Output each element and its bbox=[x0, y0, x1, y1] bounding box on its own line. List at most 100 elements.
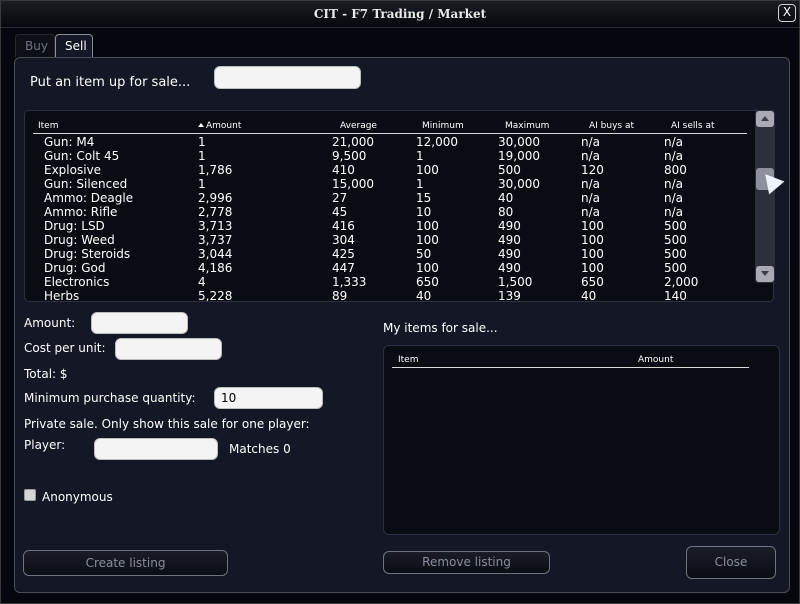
cell-amount: 1 bbox=[198, 177, 206, 191]
cell-ai-sells: n/a bbox=[664, 177, 684, 191]
cell-amount: 3,737 bbox=[198, 233, 233, 247]
amount-label: Amount: bbox=[24, 316, 76, 330]
cell-ai-buys: n/a bbox=[581, 205, 601, 219]
table-row[interactable]: Drug: LSD 3,713 416 100 490 100 500 bbox=[25, 219, 755, 233]
table-row[interactable]: Gun: Colt 45 1 9,500 1 19,000 n/a n/a bbox=[25, 149, 755, 163]
table-row[interactable]: Ammo: Deagle 2,996 27 15 40 n/a n/a bbox=[25, 191, 755, 205]
cost-per-unit-input[interactable] bbox=[115, 338, 222, 360]
cell-average: 45 bbox=[332, 205, 348, 219]
cell-ai-sells: n/a bbox=[664, 135, 684, 149]
cell-amount: 4 bbox=[198, 275, 206, 289]
table-row[interactable]: Ammo: Rifle 2,778 45 10 80 n/a n/a bbox=[25, 205, 755, 219]
cell-maximum: 490 bbox=[498, 233, 521, 247]
cell-amount: 1 bbox=[198, 149, 206, 163]
cell-ai-sells: n/a bbox=[664, 205, 684, 219]
amount-input[interactable] bbox=[91, 312, 188, 334]
cell-amount: 2,996 bbox=[198, 191, 233, 205]
cell-ai-buys: 100 bbox=[581, 219, 604, 233]
cell-ai-buys: 100 bbox=[581, 261, 604, 275]
column-header-amount[interactable]: Amount bbox=[198, 121, 241, 131]
scroll-down-arrow-icon[interactable] bbox=[756, 266, 774, 282]
title-bar[interactable]: CIT - F7 Trading / Market X bbox=[1, 1, 799, 28]
market-scrollbar[interactable] bbox=[755, 110, 775, 283]
table-row[interactable]: Herbs 5,228 89 40 139 40 140 bbox=[25, 289, 755, 302]
cell-maximum: 490 bbox=[498, 219, 521, 233]
tab-buy[interactable]: Buy bbox=[15, 34, 55, 57]
cell-ai-sells: 500 bbox=[664, 261, 687, 275]
cell-average: 447 bbox=[332, 261, 355, 275]
table-row[interactable]: Gun: Silenced 1 15,000 1 30,000 n/a n/a bbox=[25, 177, 755, 191]
table-row[interactable]: Drug: Steroids 3,044 425 50 490 100 500 bbox=[25, 247, 755, 261]
market-table: Item Amount Average Minimum Maximum AI b… bbox=[24, 110, 774, 302]
cell-minimum: 100 bbox=[416, 163, 439, 177]
private-sale-label: Private sale. Only show this sale for on… bbox=[24, 417, 310, 431]
column-header-amount-label: Amount bbox=[206, 121, 242, 131]
table-row[interactable]: Explosive 1,786 410 100 500 120 800 bbox=[25, 163, 755, 177]
cell-minimum: 1 bbox=[416, 177, 424, 191]
cell-average: 21,000 bbox=[332, 135, 374, 149]
tab-sell[interactable]: Sell bbox=[55, 34, 93, 57]
my-items-column-amount[interactable]: Amount bbox=[638, 355, 673, 365]
close-window-button[interactable]: X bbox=[778, 4, 796, 22]
cell-ai-buys: n/a bbox=[581, 177, 601, 191]
cell-amount: 4,186 bbox=[198, 261, 233, 275]
item-search-input[interactable] bbox=[214, 66, 361, 89]
cell-ai-sells: 800 bbox=[664, 163, 687, 177]
table-row[interactable]: Drug: God 4,186 447 100 490 100 500 bbox=[25, 261, 755, 275]
cell-ai-sells: 500 bbox=[664, 219, 687, 233]
remove-listing-button[interactable]: Remove listing bbox=[383, 551, 550, 574]
table-row[interactable]: Electronics 4 1,333 650 1,500 650 2,000 bbox=[25, 275, 755, 289]
column-header-average[interactable]: Average bbox=[340, 121, 377, 131]
cell-ai-buys: 120 bbox=[581, 163, 604, 177]
cell-item: Gun: Silenced bbox=[44, 177, 128, 191]
cell-maximum: 139 bbox=[498, 289, 521, 302]
my-items-column-item[interactable]: Item bbox=[398, 355, 419, 365]
matches-count: Matches 0 bbox=[229, 442, 291, 456]
cell-item: Drug: God bbox=[44, 261, 106, 275]
cell-item: Explosive bbox=[44, 163, 102, 177]
cell-item: Ammo: Rifle bbox=[44, 205, 118, 219]
cell-average: 27 bbox=[332, 191, 348, 205]
trading-market-window: CIT - F7 Trading / Market X Buy Sell Put… bbox=[0, 0, 800, 604]
cell-minimum: 100 bbox=[416, 233, 439, 247]
cell-minimum: 12,000 bbox=[416, 135, 458, 149]
table-row[interactable]: Gun: M4 1 21,000 12,000 30,000 n/a n/a bbox=[25, 135, 755, 149]
header-divider bbox=[33, 133, 747, 134]
create-listing-button[interactable]: Create listing bbox=[23, 550, 228, 576]
cell-ai-sells: 2,000 bbox=[664, 275, 699, 289]
min-quantity-input[interactable] bbox=[214, 387, 323, 409]
player-input[interactable] bbox=[94, 438, 218, 460]
cell-amount: 3,713 bbox=[198, 219, 233, 233]
cell-ai-sells: n/a bbox=[664, 191, 684, 205]
cell-item: Ammo: Deagle bbox=[44, 191, 134, 205]
cell-maximum: 19,000 bbox=[498, 149, 540, 163]
column-header-ai-sells[interactable]: AI sells at bbox=[671, 121, 715, 131]
my-items-label: My items for sale... bbox=[383, 321, 498, 335]
cell-minimum: 100 bbox=[416, 261, 439, 275]
cell-maximum: 40 bbox=[498, 191, 514, 205]
column-header-minimum[interactable]: Minimum bbox=[422, 121, 464, 131]
cell-maximum: 490 bbox=[498, 261, 521, 275]
cell-maximum: 490 bbox=[498, 247, 521, 261]
put-up-label: Put an item up for sale... bbox=[30, 75, 191, 90]
table-row[interactable]: Drug: Weed 3,737 304 100 490 100 500 bbox=[25, 233, 755, 247]
anonymous-label[interactable]: Anonymous bbox=[42, 490, 113, 504]
cell-maximum: 30,000 bbox=[498, 135, 540, 149]
sort-ascending-icon bbox=[198, 123, 204, 127]
cell-amount: 1,786 bbox=[198, 163, 233, 177]
player-label: Player: bbox=[24, 438, 66, 452]
column-header-item[interactable]: Item bbox=[38, 121, 59, 131]
cell-minimum: 100 bbox=[416, 219, 439, 233]
column-header-maximum[interactable]: Maximum bbox=[505, 121, 549, 131]
column-header-ai-buys[interactable]: AI buys at bbox=[589, 121, 634, 131]
cell-average: 410 bbox=[332, 163, 355, 177]
scroll-up-arrow-icon[interactable] bbox=[756, 111, 774, 127]
close-button[interactable]: Close bbox=[686, 546, 776, 579]
my-items-header-divider bbox=[392, 367, 749, 368]
cell-item: Herbs bbox=[44, 289, 80, 302]
cell-maximum: 500 bbox=[498, 163, 521, 177]
cell-minimum: 40 bbox=[416, 289, 432, 302]
anonymous-checkbox[interactable] bbox=[24, 489, 36, 501]
cell-amount: 2,778 bbox=[198, 205, 233, 219]
cell-ai-sells: 140 bbox=[664, 289, 687, 302]
